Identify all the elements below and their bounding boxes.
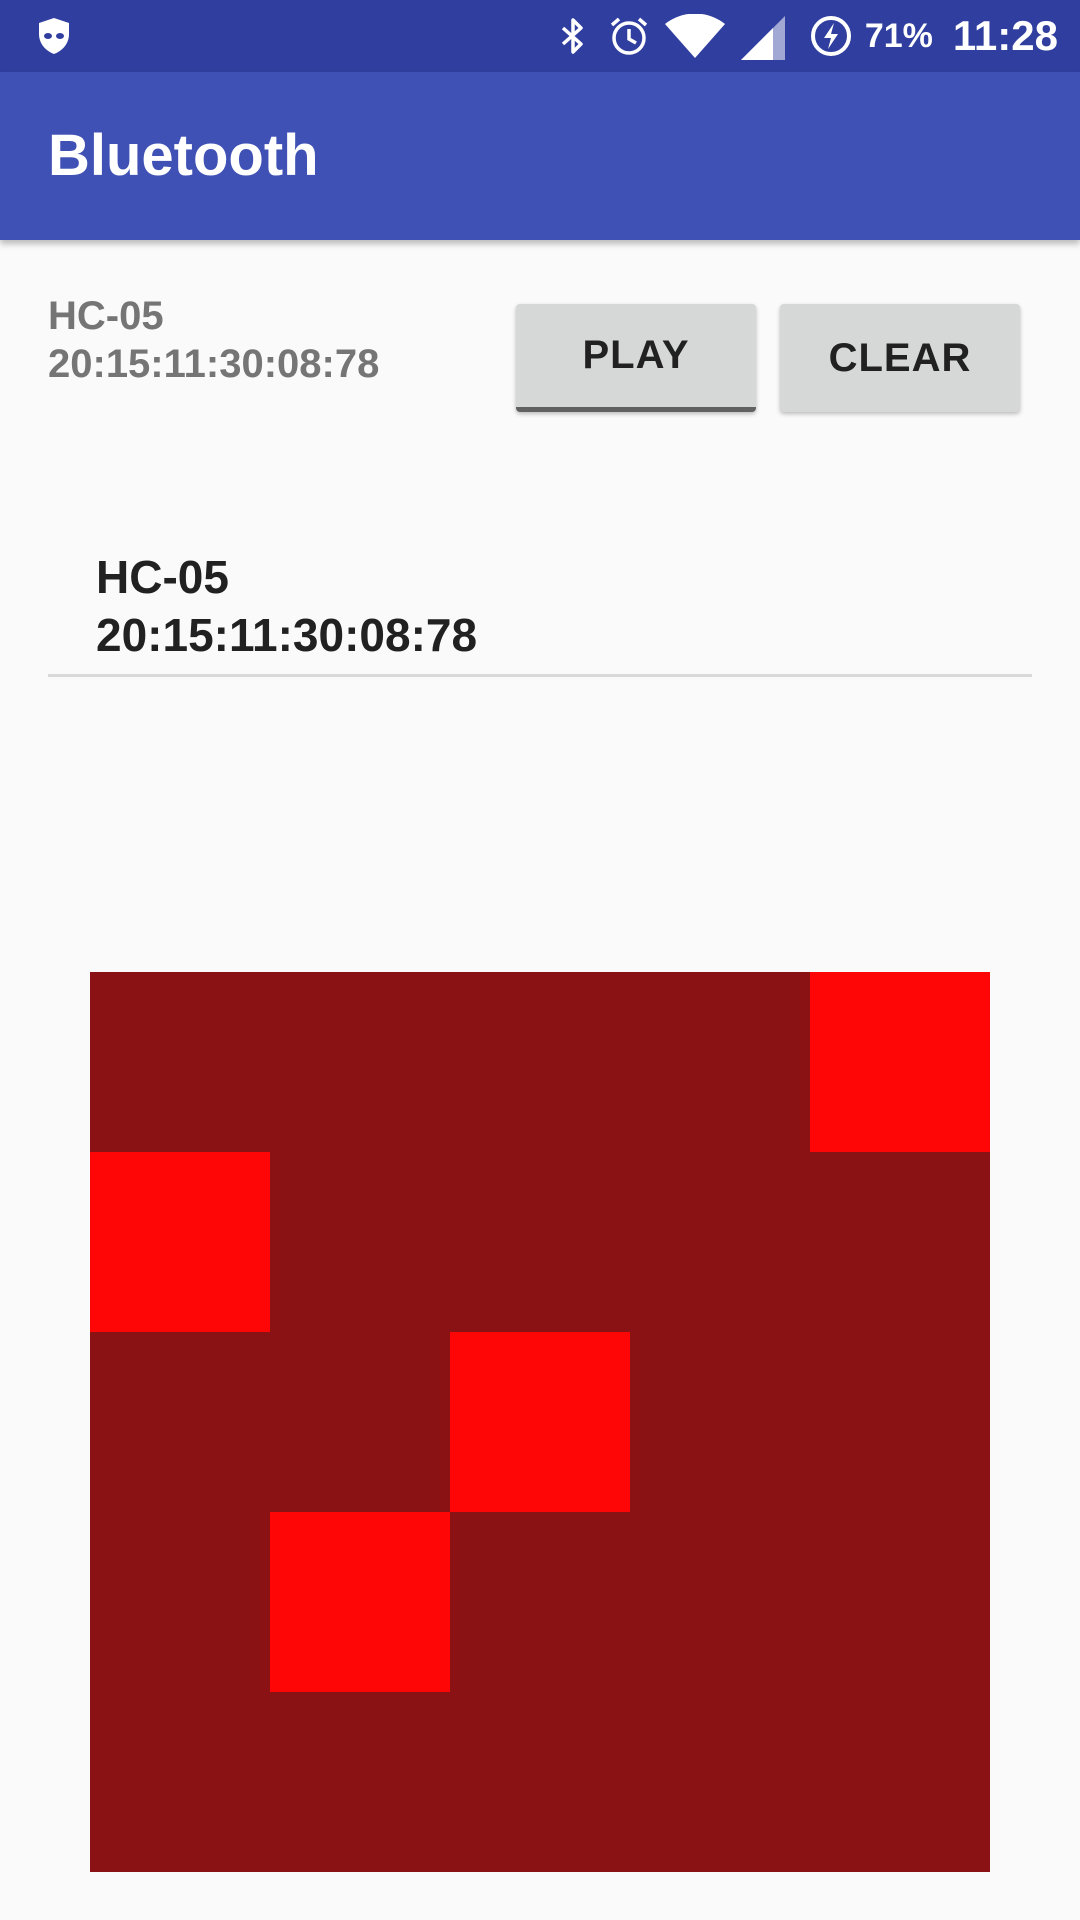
grid-cell-on[interactable]: [270, 1512, 450, 1692]
grid-cell-off[interactable]: [270, 1332, 450, 1512]
grid-cell-off[interactable]: [810, 1332, 990, 1512]
grid-cell-off[interactable]: [270, 1152, 450, 1332]
bluetooth-icon: [551, 14, 595, 58]
grid-cell-off[interactable]: [450, 1512, 630, 1692]
grid-cell-off[interactable]: [630, 1692, 810, 1872]
list-item-address: 20:15:11:30:08:78: [96, 609, 478, 661]
grid-cell-off[interactable]: [90, 1692, 270, 1872]
grid-cell-off[interactable]: [810, 1692, 990, 1872]
grid-cell-off[interactable]: [450, 1152, 630, 1332]
alarm-icon: [607, 14, 651, 58]
battery-charging-icon: [809, 14, 853, 58]
device-address: 20:15:11:30:08:78: [48, 342, 380, 386]
grid-cell-off[interactable]: [630, 1512, 810, 1692]
connected-device-info: HC-05 20:15:11:30:08:78: [48, 292, 379, 388]
divider: [48, 674, 1032, 677]
grid-cell-off[interactable]: [270, 972, 450, 1152]
status-bar: 71% 11:28: [0, 0, 1080, 72]
device-name: HC-05: [48, 294, 164, 338]
grid-cell-off[interactable]: [450, 972, 630, 1152]
grid-cell-off[interactable]: [450, 1692, 630, 1872]
grid-cell-off[interactable]: [810, 1512, 990, 1692]
grid-cell-off[interactable]: [630, 1152, 810, 1332]
signal-icon: [739, 14, 787, 60]
clock: 11:28: [952, 12, 1058, 59]
grid-cell-on[interactable]: [90, 1152, 270, 1332]
grid-cell-off[interactable]: [90, 972, 270, 1152]
list-item[interactable]: HC-05 20:15:11:30:08:78: [96, 548, 477, 664]
page-title: Bluetooth: [48, 123, 319, 188]
grid-cell-off[interactable]: [630, 972, 810, 1152]
grid-cell-off[interactable]: [90, 1512, 270, 1692]
grid-cell-on[interactable]: [810, 972, 990, 1152]
play-button[interactable]: PLAY: [516, 304, 756, 412]
grid-cell-off[interactable]: [630, 1332, 810, 1512]
wifi-icon: [663, 13, 727, 58]
battery-level: 71%: [864, 16, 933, 55]
list-item-name: HC-05: [96, 551, 229, 603]
grid-cell-off[interactable]: [90, 1332, 270, 1512]
shield-face-icon: [34, 16, 74, 56]
app-bar: Bluetooth: [0, 72, 1080, 240]
status-icons: 71% 11:28: [539, 0, 1058, 72]
grid-cell-off[interactable]: [810, 1152, 990, 1332]
grid-cell-on[interactable]: [450, 1332, 630, 1512]
clear-button[interactable]: CLEAR: [780, 304, 1020, 412]
led-grid[interactable]: [90, 972, 990, 1872]
grid-cell-off[interactable]: [270, 1692, 450, 1872]
